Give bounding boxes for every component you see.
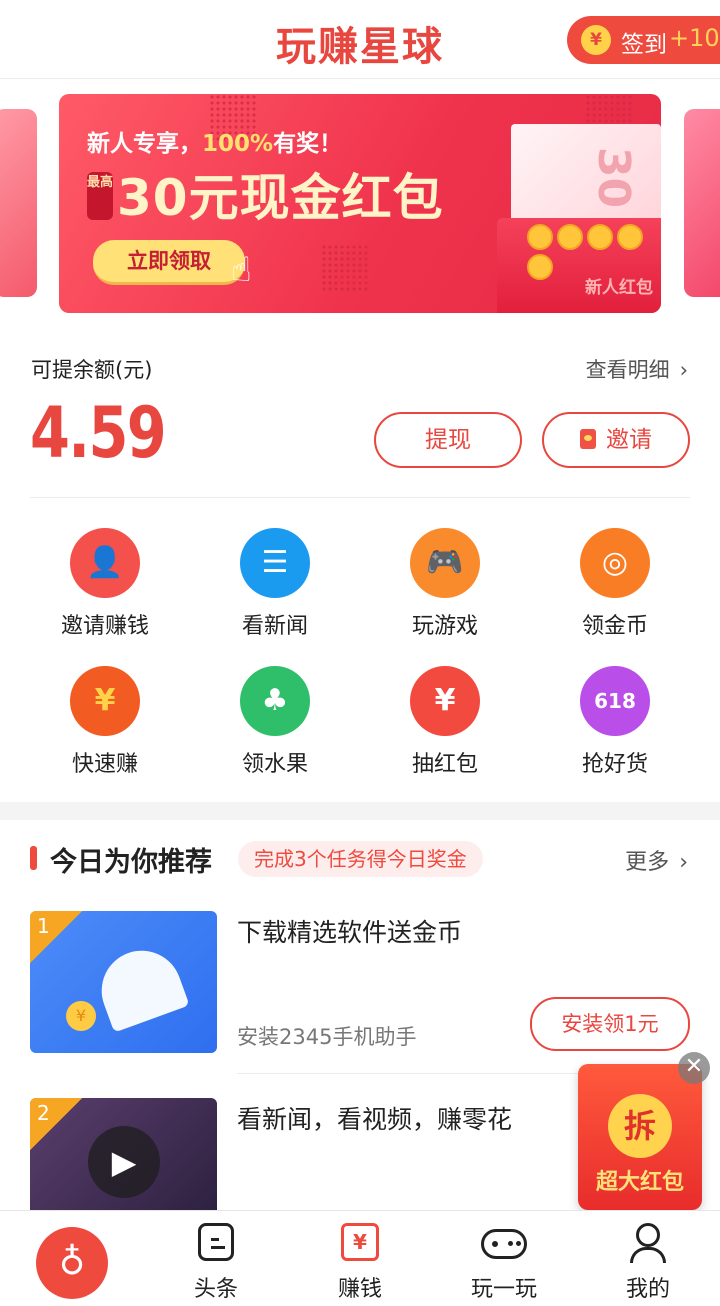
fast-earn-icon: ¥ [70, 666, 140, 736]
planet-home-icon: ♁ [36, 1227, 108, 1299]
decor-dots [321, 244, 369, 292]
signin-button[interactable]: ¥ 签到 +10 [567, 16, 720, 64]
tab-label: 玩一玩 [470, 1277, 537, 1302]
envelope-icon [580, 429, 596, 449]
withdraw-button[interactable]: 提现 [374, 412, 522, 468]
coin-icon: ¥ [581, 25, 611, 55]
rank-badge: 1 [30, 911, 82, 963]
tab-headlines[interactable]: 头条 [144, 1211, 288, 1306]
envelope-text: 超大红包 [595, 1170, 684, 1195]
gamepad-icon: 🎮 [410, 528, 480, 598]
signin-bonus: +10 [669, 24, 720, 52]
invite-button[interactable]: 邀请 [542, 412, 690, 468]
balance-amount: 4.59 [30, 392, 167, 474]
shopping-618-icon: 618 [580, 666, 650, 736]
play-icon[interactable]: ▶ [88, 1126, 160, 1198]
feature-label: 抢好货 [581, 752, 648, 777]
video-thumbnail: ▶ 2 [30, 1098, 217, 1210]
gamepad-tab-icon [481, 1229, 527, 1259]
tab-play[interactable]: 玩一玩 [432, 1211, 576, 1306]
calendar-money-icon: ¥ [341, 1223, 379, 1261]
headline-icon [198, 1223, 234, 1261]
banner-headline: 30元现金红包 [117, 169, 444, 227]
divider [30, 497, 690, 498]
broom-icon [90, 939, 190, 1033]
new-user-banner[interactable]: 新人专享，100%有奖！ 最高 30元现金红包 立即领取 ☝ 30 新人红包 [59, 94, 661, 313]
view-details-link[interactable]: 查看明细 › [586, 354, 688, 384]
task-item[interactable]: ¥ 1 下载精选软件送金币 安装2345手机助手 安装领1元 [30, 911, 690, 1074]
task-title: 看新闻，看视频，赚零花 [237, 1105, 513, 1134]
tab-profile[interactable]: 我的 [576, 1211, 720, 1306]
close-icon[interactable]: ✕ [678, 1052, 710, 1084]
news-icon: ☰ [240, 528, 310, 598]
open-seal-icon: 拆 [608, 1094, 672, 1158]
profile-icon [629, 1223, 667, 1263]
rank-badge: 2 [30, 1098, 82, 1150]
bottom-tab-bar: ♁ 头条 ¥ 赚钱 玩一玩 我的 [0, 1210, 720, 1306]
envelope-body: 拆 超大红包 [578, 1064, 702, 1210]
feature-label: 抽红包 [411, 752, 478, 777]
feature-games[interactable]: 🎮 玩游戏 [360, 528, 530, 640]
install-button[interactable]: 安装领1元 [530, 997, 690, 1051]
more-link[interactable]: 更多 › [625, 844, 688, 876]
coin-stack-icon: ◎ [580, 528, 650, 598]
floating-red-envelope[interactable]: 拆 超大红包 ✕ [578, 1052, 710, 1210]
recommend-title: 今日为你推荐 [50, 847, 212, 878]
task-title: 下载精选软件送金币 [237, 918, 463, 947]
banner-carousel: 新人专享，100%有奖！ 最高 30元现金红包 立即领取 ☝ 30 新人红包 [0, 79, 720, 328]
chevron-right-icon: › [679, 850, 688, 875]
pointing-hand-icon: ☝ [231, 250, 252, 290]
fruit-tree-icon: ♣ [240, 666, 310, 736]
top-header: 玩赚星球 ¥ 签到 +10 [0, 0, 720, 79]
tab-label: 赚钱 [337, 1277, 382, 1302]
feature-invite[interactable]: 👤 邀请赚钱 [20, 528, 190, 640]
feature-label: 领金币 [581, 614, 648, 639]
feature-fruit[interactable]: ♣ 领水果 [190, 666, 360, 778]
feature-label: 看新闻 [241, 614, 308, 639]
feature-coins[interactable]: ◎ 领金币 [530, 528, 700, 640]
banner-peek-right[interactable] [684, 109, 720, 297]
feature-label: 快速赚 [71, 752, 138, 777]
envelope-label: 新人红包 [585, 278, 653, 298]
wallet-section: 可提余额(元) 查看明细 › 4.59 提现 邀请 👤 邀请赚钱 ☰ 看新闻 🎮 … [0, 328, 720, 802]
feature-red-envelope[interactable]: ¥ 抽红包 [360, 666, 530, 778]
banner-subtitle: 新人专享，100%有奖！ [87, 131, 343, 157]
task-goal-pill: 完成3个任务得今日奖金 [238, 841, 483, 877]
red-envelope-illustration: 30 新人红包 [497, 124, 661, 313]
feature-shopping[interactable]: 618 抢好货 [530, 666, 700, 778]
feature-news[interactable]: ☰ 看新闻 [190, 528, 360, 640]
red-envelope-icon: ¥ [410, 666, 480, 736]
cleaner-app-thumbnail: ¥ 1 [30, 911, 217, 1053]
section-accent-bar [30, 846, 37, 870]
signin-label: 签到 [621, 32, 667, 58]
tab-label: 头条 [193, 1277, 238, 1302]
feature-label: 领水果 [241, 752, 308, 777]
banner-tag: 最高 [87, 172, 113, 220]
feature-label: 邀请赚钱 [60, 614, 149, 639]
invite-person-icon: 👤 [70, 528, 140, 598]
feature-label: 玩游戏 [411, 614, 478, 639]
balance-label: 可提余额(元) [31, 358, 153, 382]
coins-icon [527, 224, 657, 280]
claim-button[interactable]: 立即领取 [93, 240, 245, 285]
coin-icon: ¥ [66, 1001, 96, 1031]
tab-earn[interactable]: ¥ 赚钱 [288, 1211, 432, 1306]
banner-peek-left[interactable] [0, 109, 37, 297]
tab-home[interactable]: ♁ [0, 1211, 144, 1306]
chevron-right-icon: › [679, 358, 688, 382]
tab-label: 我的 [625, 1277, 670, 1302]
feature-fast-earn[interactable]: ¥ 快速赚 [20, 666, 190, 778]
task-subtitle: 安装2345手机助手 [237, 1025, 417, 1049]
